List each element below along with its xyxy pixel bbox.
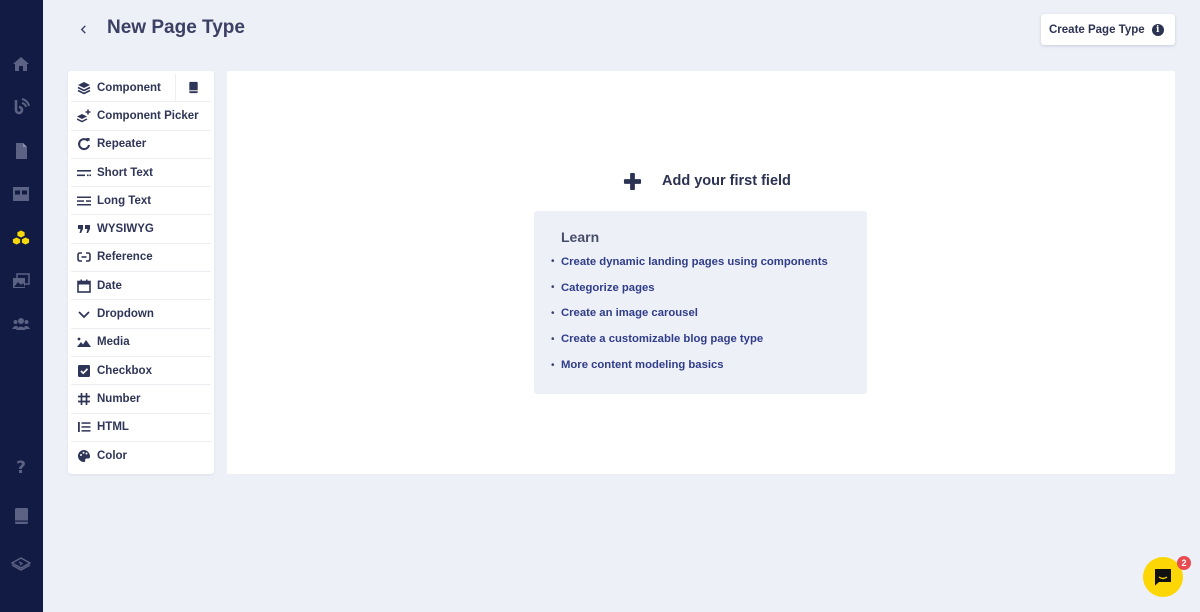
nav-academy[interactable] — [10, 553, 32, 575]
field-type-component-picker[interactable]: Component Picker — [71, 102, 211, 131]
field-type-checkbox[interactable]: Checkbox — [71, 357, 211, 386]
layers-plus-icon — [76, 109, 91, 123]
feed-icon — [14, 98, 30, 115]
bullet: • — [551, 282, 555, 294]
create-page-type-label: Create Page Type — [1049, 23, 1145, 36]
nav-tables[interactable] — [10, 183, 32, 205]
field-type-component[interactable]: Component — [71, 74, 211, 103]
hash-icon — [76, 392, 91, 406]
learn-list-item: • Create a customizable blog page type — [551, 326, 867, 352]
field-type-number[interactable]: Number — [71, 385, 211, 414]
field-type-label: Number — [97, 392, 141, 405]
create-page-type-button[interactable]: Create Page Type i — [1041, 14, 1175, 45]
learn-list-item: • More content modeling basics — [551, 352, 867, 378]
chat-unread-badge: 2 — [1177, 556, 1191, 570]
field-type-reference[interactable]: Reference — [71, 244, 211, 273]
link-icon — [76, 250, 91, 264]
field-type-repeater[interactable]: Repeater — [71, 131, 211, 159]
image-icon — [76, 335, 91, 349]
field-type-dropdown[interactable]: Dropdown — [71, 300, 211, 329]
chat-icon — [1155, 569, 1171, 586]
quote-icon — [76, 222, 91, 236]
learn-list-item: • Categorize pages — [551, 275, 867, 301]
nav-home[interactable] — [10, 53, 32, 75]
nav-feeds[interactable] — [10, 96, 32, 118]
field-palette: Component Component Picker Repeater Shor… — [68, 71, 214, 474]
checkbox-icon — [76, 364, 91, 378]
help-icon: ? — [16, 458, 26, 477]
plus-icon — [623, 172, 642, 190]
field-type-label: Repeater — [97, 138, 147, 151]
field-type-label: Dropdown — [97, 308, 154, 321]
nav-users[interactable] — [10, 313, 32, 335]
book-icon — [189, 82, 198, 94]
add-first-field-button[interactable]: Add your first field — [623, 169, 791, 193]
page-title: New Page Type — [107, 17, 245, 38]
back-button[interactable] — [74, 19, 92, 39]
learn-link[interactable]: Categorize pages — [561, 282, 655, 294]
nav-media[interactable] — [10, 270, 32, 292]
add-first-field-label: Add your first field — [662, 173, 791, 189]
field-type-date[interactable]: Date — [71, 272, 211, 301]
bullet: • — [551, 256, 555, 268]
field-type-label: Long Text — [97, 194, 152, 207]
home-icon — [13, 57, 29, 71]
field-type-label: Component Picker — [97, 109, 199, 122]
repeat-icon — [76, 137, 91, 151]
short-text-icon — [76, 166, 91, 180]
field-type-wysiwyg[interactable]: WYSIWYG — [71, 215, 211, 244]
field-type-label: Media — [97, 336, 130, 349]
field-type-color[interactable]: Color — [71, 442, 211, 470]
field-type-long-text[interactable]: Long Text — [71, 187, 211, 216]
field-type-label: WYSIWYG — [97, 223, 154, 236]
field-type-media[interactable]: Media — [71, 329, 211, 357]
nav-pages[interactable] — [10, 140, 32, 162]
bullet: • — [551, 333, 555, 345]
long-text-icon — [76, 194, 91, 208]
field-type-short-text[interactable]: Short Text — [71, 159, 211, 188]
learn-link[interactable]: Create an image carousel — [561, 307, 698, 319]
palette-icon — [76, 449, 91, 463]
chevron-down-icon — [76, 307, 91, 321]
book-icon — [15, 508, 28, 524]
learn-link[interactable]: Create a customizable blog page type — [561, 333, 763, 345]
fields-canvas: Add your first field Learn • Create dynam… — [227, 71, 1175, 474]
table-icon — [13, 187, 29, 201]
field-type-label: Reference — [97, 251, 153, 264]
field-type-label: Date — [97, 279, 122, 292]
layers-icon — [76, 81, 91, 95]
bullet: • — [551, 359, 555, 371]
media-gallery-icon — [13, 273, 30, 288]
chevron-left-icon — [80, 24, 86, 34]
field-type-label: Short Text — [97, 166, 154, 179]
field-type-label: Checkbox — [97, 364, 152, 377]
nav-components[interactable] — [10, 227, 32, 249]
nav-help[interactable]: ? — [10, 456, 32, 478]
learn-list-item: • Create an image carousel — [551, 301, 867, 327]
calendar-icon — [76, 279, 91, 293]
nav-rail: ? — [0, 0, 43, 612]
learn-link[interactable]: Create dynamic landing pages using compo… — [561, 256, 828, 268]
info-icon[interactable]: i — [1151, 23, 1164, 36]
list-icon — [76, 420, 91, 434]
nav-docs[interactable] — [10, 505, 32, 527]
bullet: • — [551, 307, 555, 319]
learn-title: Learn — [561, 229, 600, 245]
academy-icon — [11, 557, 31, 571]
components-icon — [12, 229, 30, 246]
field-type-label: HTML — [97, 421, 129, 434]
svg-text:?: ? — [16, 458, 26, 477]
users-icon — [12, 318, 30, 330]
learn-links: • Create dynamic landing pages using comp… — [551, 249, 867, 378]
learn-panel: Learn • Create dynamic landing pages usin… — [534, 211, 867, 394]
page-icon — [16, 143, 27, 159]
learn-list-item: • Create dynamic landing pages using comp… — [551, 249, 867, 275]
learn-link[interactable]: More content modeling basics — [561, 359, 724, 371]
component-docs-button[interactable] — [175, 74, 211, 102]
field-type-label: Component — [97, 81, 161, 94]
field-type-html[interactable]: HTML — [71, 414, 211, 442]
field-type-label: Color — [97, 450, 128, 462]
